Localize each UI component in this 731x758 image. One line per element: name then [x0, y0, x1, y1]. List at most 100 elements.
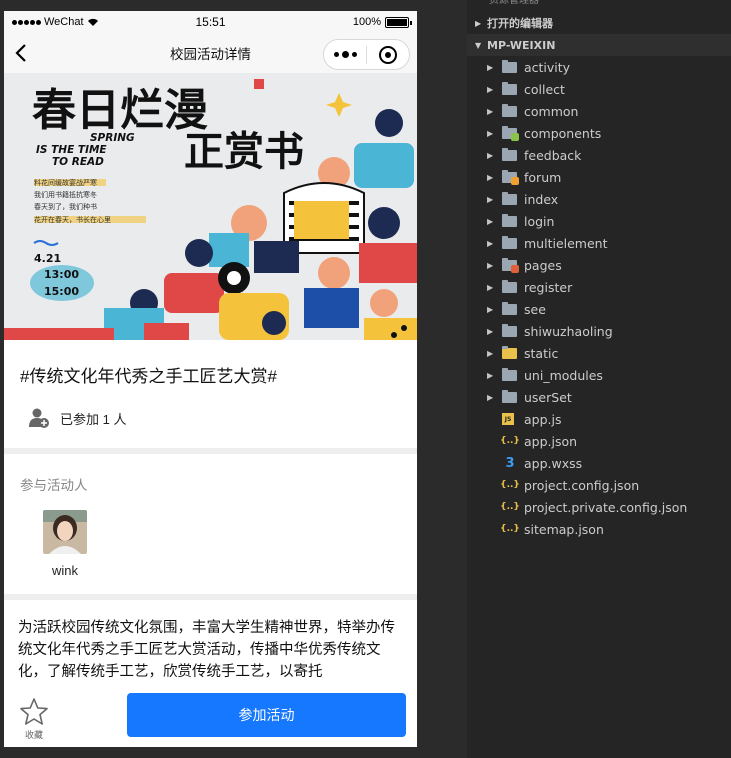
phone-simulator: WeChat 15:51 100% 校园活动详情 春日烂漫 正赏书 SPRING… [4, 11, 417, 747]
folder-label: register [524, 279, 573, 295]
folder-label: see [524, 301, 546, 317]
description-text: 为活跃校园传统文化氛围，丰富大学生精神世界，特举办传统文化年代秀之手工匠艺大赏活… [18, 620, 395, 680]
project-label: MP-WEIXIN [487, 38, 556, 52]
poster-line-2: 我们用书籍抵抗寒冬 [34, 190, 97, 199]
star-icon [20, 697, 48, 725]
folder-label: shiwuzhaoling [524, 323, 613, 339]
folder-static[interactable]: ▶ static [467, 342, 731, 364]
chevron-right-icon: ▶ [487, 370, 494, 380]
poster-line-3: 春天到了，我们种书 [34, 202, 97, 211]
folder-label: userSet [524, 389, 572, 405]
chevron-right-icon: ▶ [487, 172, 494, 182]
wifi-icon [87, 18, 98, 26]
file-label: project.private.config.json [524, 499, 688, 515]
file-project-private-config-json[interactable]: {..} project.private.config.json [467, 496, 731, 518]
folder-uni_modules[interactable]: ▶ uni_modules [467, 364, 731, 386]
folder-icon [502, 367, 518, 382]
poster-time-end: 15:00 [44, 285, 79, 298]
poster-headline-1: 春日烂漫 [32, 85, 208, 136]
folder-forum[interactable]: ▶ forum [467, 166, 731, 188]
folder-label: common [524, 103, 579, 119]
battery-level [387, 18, 407, 26]
folder-label: activity [524, 59, 571, 75]
avatar [43, 510, 87, 554]
chevron-right-icon: ▶ [487, 260, 494, 270]
participant-item[interactable]: wink [35, 510, 95, 578]
poster-line-1: 料花间缓故宴战严寒 [34, 178, 97, 187]
folder-multielement[interactable]: ▶ multielement [467, 232, 731, 254]
folder-forum-icon [502, 169, 519, 185]
folder-pages[interactable]: ▶ pages [467, 254, 731, 276]
favorite-button[interactable]: 收藏 [4, 690, 64, 747]
open-editors-header[interactable]: ▶ 打开的编辑器 [467, 12, 731, 34]
activity-title: #传统文化年代秀之手工匠艺大赏# [20, 367, 277, 386]
participant-name: wink [51, 563, 78, 578]
poster-headline-2: 正赏书 [184, 129, 304, 175]
chevron-right-icon: ▶ [487, 282, 494, 292]
close-miniprogram-button[interactable] [367, 40, 409, 69]
caret-right-icon: ▶ [475, 18, 482, 28]
folder-pages-icon [502, 257, 519, 273]
folder-label: login [524, 213, 555, 229]
project-header[interactable]: ▼ MP-WEIXIN [467, 34, 731, 56]
folder-register[interactable]: ▶ register [467, 276, 731, 298]
folder-index[interactable]: ▶ index [467, 188, 731, 210]
menu-capsule [323, 39, 410, 70]
folder-icon [502, 301, 518, 316]
chevron-right-icon: ▶ [487, 392, 494, 402]
folder-common[interactable]: ▶ common [467, 100, 731, 122]
battery-percent: 100% [352, 16, 381, 28]
folder-components-icon [502, 125, 519, 141]
folder-login[interactable]: ▶ login [467, 210, 731, 232]
chevron-right-icon: ▶ [487, 106, 494, 116]
file-project-config-json[interactable]: {..} project.config.json [467, 474, 731, 496]
activity-info: #传统文化年代秀之手工匠艺大赏# 已参加 1 人 [4, 340, 417, 448]
folder-userSet[interactable]: ▶ userSet [467, 386, 731, 408]
file-label: project.config.json [524, 477, 640, 493]
file-label: sitemap.json [524, 521, 604, 537]
file-label: app.js [524, 411, 562, 427]
folder-icon [502, 389, 518, 404]
file-app-js[interactable]: JS app.js [467, 408, 731, 430]
file-explorer: 资源管理器 ▶ 打开的编辑器 ▼ MP-WEIXIN ▶ activity ▶ col… [467, 0, 731, 758]
file-sitemap-json[interactable]: {..} sitemap.json [467, 518, 731, 540]
chevron-right-icon: ▶ [487, 326, 494, 336]
folder-label: static [524, 345, 559, 361]
folder-activity[interactable]: ▶ activity [467, 56, 731, 78]
folder-label: pages [524, 257, 562, 273]
chevron-left-icon [15, 44, 26, 62]
json-file-icon: {..} [500, 480, 520, 490]
favorite-label: 收藏 [24, 729, 43, 740]
poster-date: 4.21 [34, 252, 61, 265]
folder-label: uni_modules [524, 367, 603, 383]
file-label: app.json [524, 433, 578, 449]
file-label: app.wxss [524, 455, 583, 471]
folder-icon [502, 191, 518, 206]
folder-components[interactable]: ▶ components [467, 122, 731, 144]
navigation-bar: 校园活动详情 [4, 33, 417, 73]
folder-collect[interactable]: ▶ collect [467, 78, 731, 100]
css-file-icon: 3 [505, 455, 515, 471]
back-button[interactable] [6, 33, 36, 73]
folder-label: index [524, 191, 559, 207]
json-file-icon: {..} [500, 502, 520, 512]
folder-see[interactable]: ▶ see [467, 298, 731, 320]
chevron-right-icon: ▶ [487, 348, 494, 358]
chevron-right-icon: ▶ [487, 84, 494, 94]
folder-shiwuzhaoling[interactable]: ▶ shiwuzhaoling [467, 320, 731, 342]
folder-icon [502, 279, 518, 294]
joined-count-text: 已参加 1 人 [60, 411, 127, 427]
target-icon [379, 45, 397, 64]
signal-dots-icon [12, 19, 41, 25]
file-app-wxss[interactable]: 3 app.wxss [467, 452, 731, 474]
poster-english-2: IS THE TIME [36, 144, 107, 156]
folder-label: collect [524, 81, 565, 97]
json-file-icon: {..} [500, 524, 520, 534]
status-bar: WeChat 15:51 100% [4, 11, 417, 33]
join-activity-button[interactable]: 参加活动 [127, 693, 406, 737]
more-button[interactable] [324, 40, 366, 69]
folder-label: multielement [524, 235, 608, 251]
file-app-json[interactable]: {..} app.json [467, 430, 731, 452]
folder-icon [502, 323, 518, 338]
folder-feedback[interactable]: ▶ feedback [467, 144, 731, 166]
